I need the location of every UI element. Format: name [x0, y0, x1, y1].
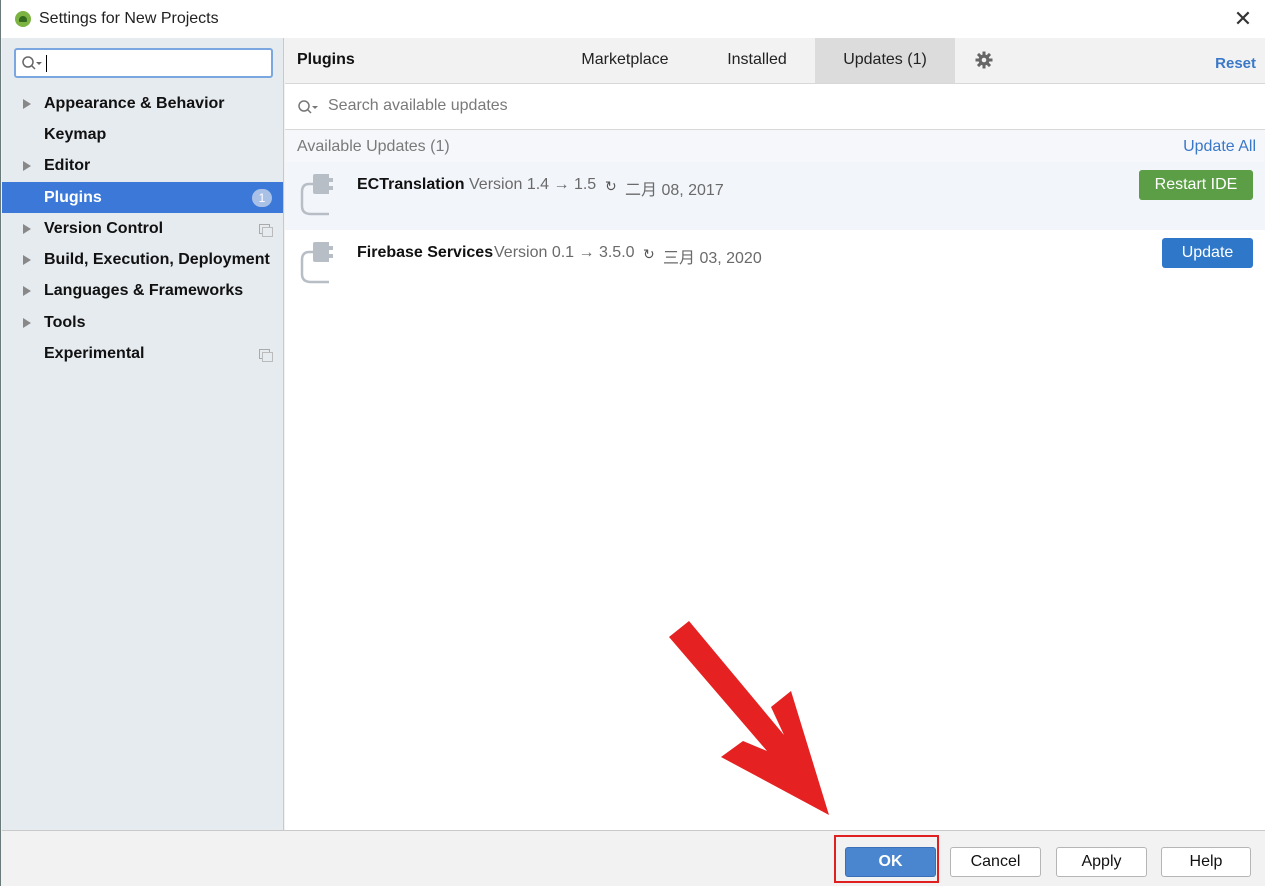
- close-icon[interactable]: ✕: [1232, 8, 1254, 30]
- section-title: Plugins: [297, 51, 355, 68]
- restart-ide-button[interactable]: Restart IDE: [1139, 170, 1253, 200]
- search-icon: [298, 100, 318, 114]
- plugin-row-ectranslation[interactable]: ECTranslation Version 1.4 → 1.5 ↻ 二月 08,…: [285, 162, 1265, 230]
- plugin-icon: [300, 242, 333, 284]
- apply-button[interactable]: Apply: [1056, 847, 1147, 877]
- cancel-button[interactable]: Cancel: [950, 847, 1041, 877]
- gear-icon[interactable]: [975, 51, 993, 69]
- group-title: Available Updates (1): [297, 138, 450, 155]
- sidebar-item-label: Build, Execution, Deployment: [44, 251, 270, 269]
- sidebar-item-keymap[interactable]: Keymap: [2, 119, 283, 150]
- text-caret: [46, 55, 47, 72]
- sidebar-item-version-control[interactable]: Version Control: [2, 213, 283, 244]
- plugin-icon: [300, 174, 333, 216]
- update-button[interactable]: Update: [1162, 238, 1253, 268]
- search-placeholder: Search available updates: [328, 97, 508, 114]
- dialog-footer: OK Cancel Apply Help: [2, 830, 1265, 886]
- sidebar-item-appearance-behavior[interactable]: Appearance & Behavior: [2, 88, 283, 119]
- sidebar-item-label: Appearance & Behavior: [44, 94, 225, 112]
- tab-installed[interactable]: Installed: [713, 38, 801, 83]
- refresh-icon: ↻: [643, 246, 655, 262]
- settings-tree: Appearance & Behavior Keymap Editor Plug…: [2, 88, 283, 370]
- sidebar-item-experimental[interactable]: Experimental: [2, 338, 283, 369]
- sidebar-item-editor[interactable]: Editor: [2, 151, 283, 182]
- sidebar-item-label: Version Control: [44, 219, 164, 237]
- update-all-link[interactable]: Update All: [1183, 138, 1256, 156]
- plugins-tab-bar: Plugins Marketplace Installed Updates (1…: [285, 38, 1265, 84]
- available-updates-header: Available Updates (1) Update All: [285, 130, 1265, 162]
- project-scope-icon: [259, 349, 273, 363]
- settings-sidebar: Appearance & Behavior Keymap Editor Plug…: [2, 38, 284, 830]
- sidebar-item-label: Languages & Frameworks: [44, 282, 244, 300]
- plugin-version: Version 1.4 → 1.5: [469, 176, 597, 193]
- plugin-date: 二月 08, 2017: [625, 182, 724, 199]
- ok-button[interactable]: OK: [845, 847, 936, 877]
- tab-marketplace[interactable]: Marketplace: [567, 38, 683, 83]
- window-title: Settings for New Projects: [39, 10, 219, 27]
- tab-updates[interactable]: Updates (1): [815, 38, 955, 83]
- sidebar-item-tools[interactable]: Tools: [2, 307, 283, 338]
- project-scope-icon: [259, 223, 273, 237]
- plugin-name[interactable]: Firebase Services: [357, 244, 493, 262]
- expand-arrow-icon[interactable]: [23, 161, 31, 172]
- settings-dialog: Settings for New Projects ✕ Appearance &…: [0, 0, 1265, 886]
- expand-arrow-icon[interactable]: [23, 223, 31, 234]
- sidebar-item-label: Experimental: [44, 345, 145, 363]
- update-count-badge: 1: [252, 188, 272, 207]
- sidebar-search-input[interactable]: [14, 48, 273, 78]
- plugin-version: Version 0.1 → 3.5.0: [494, 244, 635, 261]
- plugin-row-firebase-services[interactable]: Firebase Services Version 0.1 → 3.5.0 ↻ …: [285, 230, 1265, 298]
- updates-search-field[interactable]: Search available updates: [285, 84, 1265, 130]
- refresh-icon: ↻: [605, 178, 617, 194]
- sidebar-item-label: Keymap: [44, 125, 107, 143]
- plugin-name[interactable]: ECTranslation: [357, 176, 465, 194]
- sidebar-item-languages-frameworks[interactable]: Languages & Frameworks: [2, 276, 283, 307]
- sidebar-item-label: Tools: [44, 313, 86, 331]
- android-studio-icon: [15, 11, 31, 27]
- sidebar-item-build-execution-deployment[interactable]: Build, Execution, Deployment: [2, 244, 283, 275]
- annotation-arrow-icon: [669, 621, 829, 815]
- expand-arrow-icon[interactable]: [23, 317, 31, 328]
- sidebar-item-label: Plugins: [44, 188, 102, 206]
- help-button[interactable]: Help: [1161, 847, 1251, 877]
- expand-arrow-icon[interactable]: [23, 286, 31, 297]
- title-bar: Settings for New Projects ✕: [1, 0, 1265, 38]
- search-icon: [22, 56, 42, 70]
- expand-arrow-icon[interactable]: [23, 255, 31, 266]
- reset-link[interactable]: Reset: [1215, 55, 1256, 72]
- sidebar-item-label: Editor: [44, 157, 91, 175]
- sidebar-item-plugins[interactable]: Plugins 1: [2, 181, 283, 214]
- plugin-date: 三月 03, 2020: [663, 250, 762, 267]
- expand-arrow-icon[interactable]: [23, 98, 31, 109]
